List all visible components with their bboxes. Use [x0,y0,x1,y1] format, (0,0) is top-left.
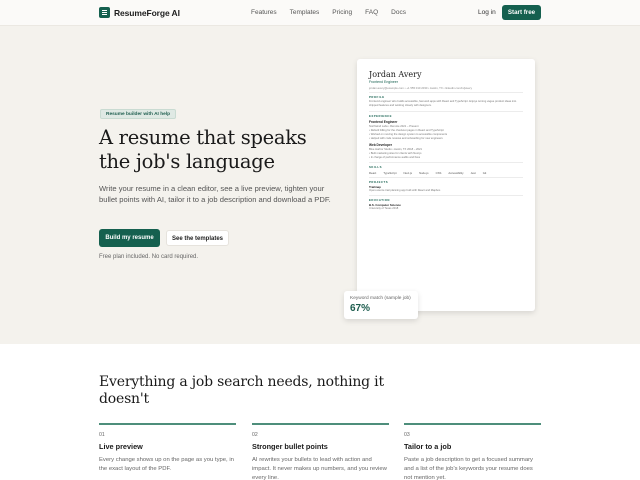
feature-title: Stronger bullet points [252,442,328,451]
resume-bullet: • In charge of performance audits and fi… [369,156,421,159]
resume-section-profile: PROFILE [369,95,385,99]
skill-item: Git [482,171,487,175]
feature-number: 03 [404,432,410,438]
nav-link-templates[interactable]: Templates [290,9,320,16]
feature-accent-bar [404,423,541,425]
feature-number: 02 [252,432,258,438]
keyword-match-value: 67% [350,303,371,314]
hero-badge: Resume builder with AI help [100,109,177,119]
start-free-button[interactable]: Start free [502,5,541,20]
nav-link-faq[interactable]: FAQ [365,9,378,16]
divider [369,162,523,163]
feature-title: Tailor to a job [404,442,452,451]
resume-skills: React TypeScript Next.js Node.js CSS Acc… [369,171,486,175]
feature-description: Paste a job description to get a focused… [404,457,534,480]
feature-number: 01 [99,432,105,438]
resume-preview: Jordan Avery Frontend Engineer jordan.av… [357,59,535,311]
hero-headline: A resume that speaks the job's language [99,126,307,173]
feature-accent-bar [252,423,389,425]
nav-link-pricing[interactable]: Pricing [332,9,352,16]
feature-accent-bar [99,423,236,425]
divider [369,111,523,112]
resume-section-projects: PROJECTS [369,180,389,184]
resume-contact: jordan.avery@example.com • +1 555 010 20… [369,86,472,90]
see-templates-button[interactable]: See the templates [166,230,229,246]
skill-item: React [369,171,377,175]
divider [369,92,523,93]
features-title: Everything a job search needs, nothing i… [99,374,384,407]
feature-card: 03 Tailor to a job Paste a job descripti… [404,423,541,480]
skill-item: Jest [470,171,476,175]
feature-card: 01 Live preview Every change shows up on… [99,423,236,474]
skill-item: Accessibility [448,171,464,175]
free-plan-note: Free plan included. No card required. [99,254,199,260]
skill-item: Next.js [403,171,413,175]
skill-item: TypeScript [383,171,397,175]
feature-title: Live preview [99,442,143,451]
nav-links: Features Templates Pricing FAQ Docs [251,9,406,16]
resume-bullet: • Helped with code reviews and onboardin… [369,137,443,140]
skill-item: Node.js [419,171,429,175]
hero-section: Resume builder with AI help A resume tha… [0,26,640,344]
resume-section-skills: SKILLS [369,165,382,169]
skill-item: CSS [435,171,442,175]
login-link[interactable]: Log in [478,9,496,16]
keyword-match-label: Keyword match (sample job) [350,296,411,301]
resume-section-education: EDUCATION [369,198,390,202]
keyword-match-card: Keyword match (sample job) 67% [344,291,418,319]
top-nav: ResumeForge AI Features Templates Pricin… [0,0,640,26]
resume-job-title: Frontend Engineer [369,120,398,124]
resume-name: Jordan Avery [369,70,422,79]
document-icon [99,7,110,18]
hero-subtitle: Write your resume in a clean editor, see… [99,184,331,204]
feature-card: 02 Stronger bullet points AI rewrites yo… [252,423,389,480]
build-resume-button[interactable]: Build my resume [99,229,160,247]
divider [369,195,523,196]
resume-profile-text: Frontend engineer who builds accessible,… [369,100,517,107]
feature-description: Every change shows up on the page as you… [99,457,234,472]
brand-logo[interactable]: ResumeForge AI [99,7,180,18]
resume-role: Frontend Engineer [369,80,398,84]
nav-link-docs[interactable]: Docs [391,9,406,16]
resume-section-experience: EXPERIENCE [369,114,393,118]
nav-link-features[interactable]: Features [251,9,277,16]
features-section: Everything a job search needs, nothing i… [0,344,640,480]
feature-description: AI rewrites your bullets to lead with ac… [252,457,387,480]
resume-edu-meta: University of Texas 2018 [369,207,399,210]
resume-job-title: Web Developer [369,143,392,147]
brand-name: ResumeForge AI [114,7,180,18]
divider [369,177,523,178]
resume-project-text: Open-source trail planning app built wit… [369,189,442,192]
